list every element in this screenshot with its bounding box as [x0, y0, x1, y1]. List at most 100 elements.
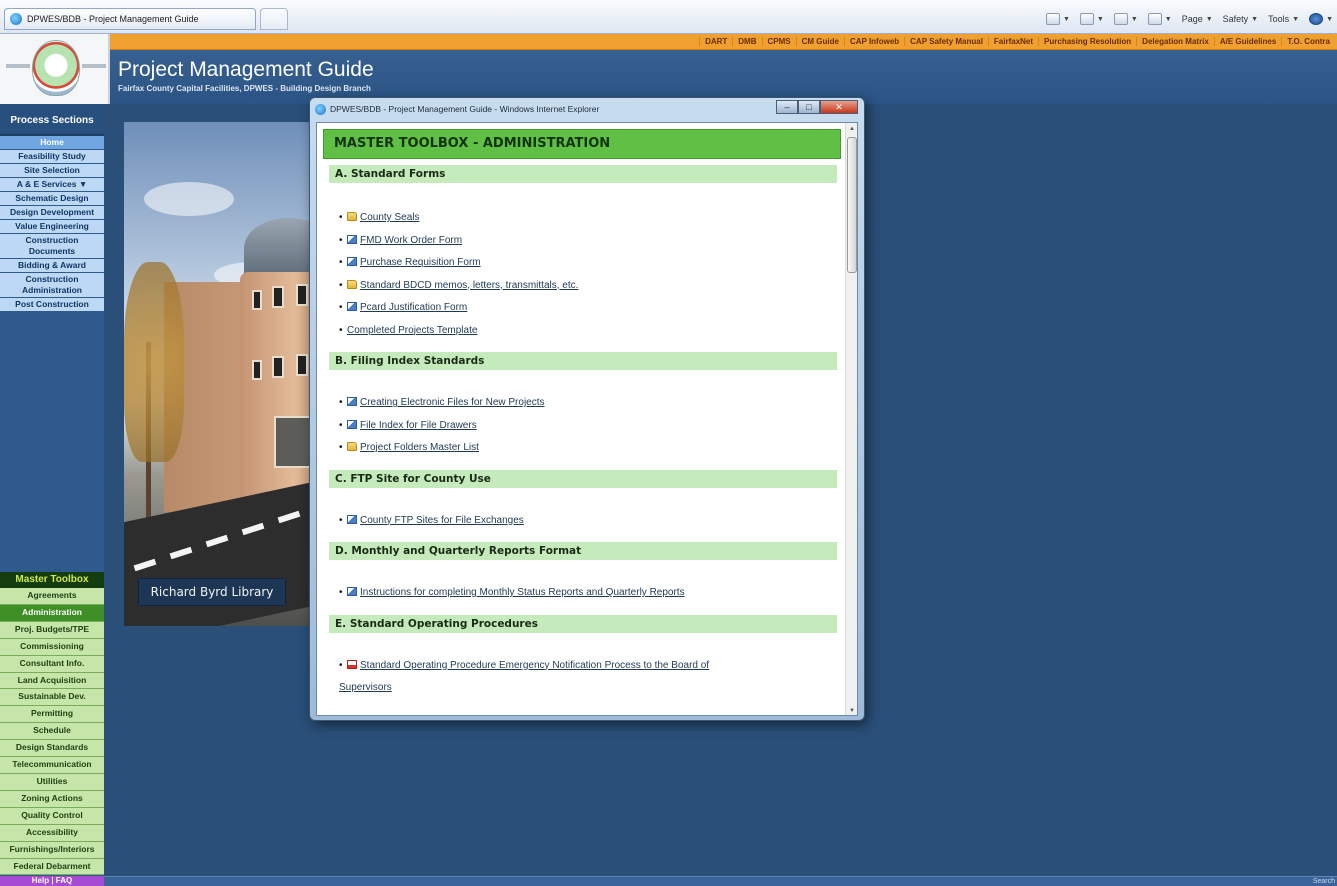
link-county-seals[interactable]: County Seals: [360, 212, 419, 223]
close-button[interactable]: ✕: [820, 100, 858, 114]
toolbox-item-agreements[interactable]: Agreements: [0, 588, 104, 605]
toolbox-item-accessibility[interactable]: Accessibility: [0, 824, 104, 842]
nav-item-construction-administration[interactable]: Construction Administration: [0, 273, 104, 298]
process-sections-heading: Process Sections: [0, 104, 104, 136]
nav-item-home[interactable]: Home: [0, 136, 104, 150]
nav-item-site-selection[interactable]: Site Selection: [0, 164, 104, 178]
link-project-folders-master-list[interactable]: Project Folders Master List: [360, 442, 479, 453]
browser-tab[interactable]: DPWES/BDB - Project Management Guide: [4, 8, 256, 30]
toolbox-item-sustainable-dev[interactable]: Sustainable Dev.: [0, 689, 104, 707]
new-tab-button[interactable]: [260, 8, 288, 30]
popup-scrollbar[interactable]: ▲ ▼: [845, 123, 857, 715]
quicklink-cpms[interactable]: CPMS: [761, 37, 796, 46]
nav-item-schematic-design[interactable]: Schematic Design: [0, 192, 104, 206]
left-sidebar: Process Sections Home Feasibility Study …: [0, 104, 104, 886]
tools-menu[interactable]: Tools ▼: [1268, 14, 1299, 24]
list-item: Creating Electronic Files for New Projec…: [339, 392, 841, 415]
page-menu-label: Page: [1181, 14, 1203, 24]
section-monthly-quarterly-reports: D. Monthly and Quarterly Reports Format …: [329, 542, 841, 615]
folder-icon: [347, 212, 357, 221]
toolbox-item-federal-debarment[interactable]: Federal Debarment: [0, 858, 104, 876]
popup-titlebar[interactable]: DPWES/BDB - Project Management Guide - W…: [310, 98, 864, 120]
help-menu[interactable]: ▼: [1309, 13, 1333, 25]
toolbox-item-administration[interactable]: Administration: [0, 604, 104, 622]
link-monthly-status-instructions[interactable]: Instructions for completing Monthly Stat…: [360, 587, 685, 598]
list-item: Pcard Justification Form: [339, 297, 841, 320]
section-header: B. Filing Index Standards: [329, 352, 837, 370]
scroll-thumb[interactable]: [847, 137, 857, 273]
quicklink-cm-guide[interactable]: CM Guide: [795, 37, 844, 46]
nav-item-feasibility-study[interactable]: Feasibility Study: [0, 150, 104, 164]
toolbox-item-telecommunication[interactable]: Telecommunication: [0, 757, 104, 774]
home-button[interactable]: ▼: [1045, 13, 1070, 25]
link-pcard-justification-form[interactable]: Pcard Justification Form: [360, 302, 467, 313]
nav-item-design-development[interactable]: Design Development: [0, 206, 104, 220]
toolbox-item-proj-budgets[interactable]: Proj. Budgets/TPE: [0, 621, 104, 639]
toolbox-item-land-acquisition[interactable]: Land Acquisition: [0, 672, 104, 690]
quicklink-cap-infoweb[interactable]: CAP Infoweb: [843, 37, 904, 46]
link-county-ftp-sites[interactable]: County FTP Sites for File Exchanges: [360, 515, 524, 526]
feeds-button[interactable]: ▼: [1079, 13, 1104, 25]
county-seal-logo[interactable]: [32, 40, 80, 96]
nav-item-value-engineering[interactable]: Value Engineering: [0, 220, 104, 234]
site-title: Project Management Guide: [118, 58, 374, 81]
nav-item-help-faq[interactable]: Help | FAQ: [0, 876, 104, 886]
nav-item-bidding-award[interactable]: Bidding & Award: [0, 259, 104, 273]
link-file-index-for-file-drawers[interactable]: File Index for File Drawers: [360, 420, 477, 431]
nav-item-construction-documents[interactable]: Construction Documents: [0, 234, 104, 259]
toolbox-item-commissioning[interactable]: Commissioning: [0, 638, 104, 656]
nav-item-ae-services[interactable]: A & E Services ▼: [0, 178, 104, 192]
link-emergency-notification-sop[interactable]: Standard Operating Procedure Emergency N…: [339, 659, 841, 700]
list-item: Standard Operating Procedure Emergency N…: [339, 655, 841, 700]
quicklink-dart[interactable]: DART: [699, 37, 732, 46]
minimize-button[interactable]: –: [776, 100, 798, 114]
toolbox-item-furnishings-interiors[interactable]: Furnishings/Interiors: [0, 841, 104, 859]
toolbox-item-utilities[interactable]: Utilities: [0, 773, 104, 791]
quicklink-delegation-matrix[interactable]: Delegation Matrix: [1136, 37, 1214, 46]
scroll-up-arrow[interactable]: ▲: [847, 123, 857, 135]
mail-button[interactable]: ▼: [1113, 13, 1138, 25]
scroll-down-arrow[interactable]: ▼: [847, 705, 857, 715]
print-button[interactable]: ▼: [1147, 13, 1172, 25]
browser-toolbar: DPWES/BDB - Project Management Guide ▼ ▼…: [0, 0, 1337, 34]
chevron-down-icon: ▼: [1326, 15, 1333, 23]
logo-wing-right: [82, 64, 106, 68]
folder-icon: [347, 442, 357, 451]
safety-menu[interactable]: Safety ▼: [1223, 14, 1258, 24]
list-item: Instructions for completing Monthly Stat…: [339, 582, 841, 605]
section-standard-operating-procedures: E. Standard Operating Procedures Standar…: [329, 614, 841, 710]
page-menu[interactable]: Page ▼: [1182, 14, 1213, 24]
toolbox-item-schedule[interactable]: Schedule: [0, 723, 104, 741]
maximize-button[interactable]: □: [798, 100, 820, 114]
link-standard-bdcd-memos[interactable]: Standard BDCD memos, letters, transmitta…: [360, 280, 578, 291]
quicklink-dmb[interactable]: DMB: [732, 37, 761, 46]
toolbox-item-consultant-info[interactable]: Consultant Info.: [0, 655, 104, 673]
chevron-down-icon: ▼: [1292, 15, 1300, 23]
toolbox-item-quality-control[interactable]: Quality Control: [0, 807, 104, 825]
link-list: County Seals FMD Work Order Form Purchas…: [329, 183, 841, 352]
quicklink-fairfaxnet[interactable]: FairfaxNet: [987, 37, 1038, 46]
logo-wing-left: [6, 64, 30, 68]
internet-explorer-icon: [10, 13, 22, 25]
command-bar: ▼ ▼ ▼ ▼ Page ▼ Safety ▼ Tools ▼ ▼: [1045, 10, 1333, 28]
link-fmd-work-order-form[interactable]: FMD Work Order Form: [360, 235, 462, 246]
link-creating-electronic-files[interactable]: Creating Electronic Files for New Projec…: [360, 397, 545, 408]
chevron-down-icon: ▼: [1164, 15, 1172, 23]
photo-window: [272, 286, 284, 308]
mail-icon: [1113, 13, 1128, 25]
list-item: Completed Projects Template: [339, 320, 841, 343]
link-purchase-requisition-form[interactable]: Purchase Requisition Form: [360, 257, 481, 268]
link-text-line-1: Standard Operating Procedure Emergency N…: [360, 659, 710, 671]
toolbox-item-design-standards[interactable]: Design Standards: [0, 740, 104, 758]
link-completed-projects-template[interactable]: Completed Projects Template: [347, 325, 477, 336]
nav-item-post-construction[interactable]: Post Construction: [0, 298, 104, 312]
quicklink-cap-safety-manual[interactable]: CAP Safety Manual: [904, 37, 988, 46]
quicklink-purchasing-resolution[interactable]: Purchasing Resolution: [1038, 37, 1136, 46]
quicklink-to-contracts[interactable]: T.O. Contra: [1281, 37, 1335, 46]
browser-tab-title: DPWES/BDB - Project Management Guide: [27, 14, 199, 24]
toolbox-title: MASTER TOOLBOX - ADMINISTRATION: [323, 129, 841, 159]
toolbox-item-permitting[interactable]: Permitting: [0, 706, 104, 724]
toolbox-item-zoning-actions[interactable]: Zoning Actions: [0, 790, 104, 808]
window-controls: – □ ✕: [776, 100, 858, 114]
quicklink-ae-guidelines[interactable]: A/E Guidelines: [1213, 37, 1281, 46]
